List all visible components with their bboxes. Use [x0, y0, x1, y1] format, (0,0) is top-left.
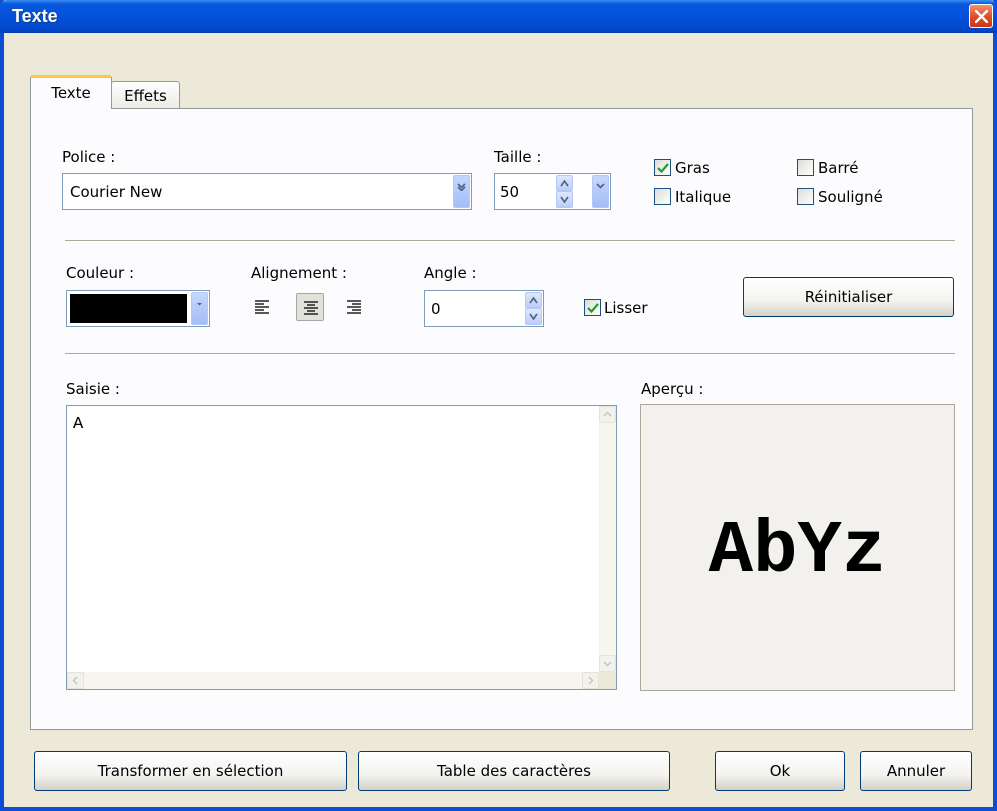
italique-label[interactable]: Italique [675, 188, 731, 206]
window-title: Texte [12, 6, 58, 26]
chevron-down-icon [197, 303, 202, 306]
scroll-down-button[interactable] [599, 655, 616, 672]
saisie-label: Saisie : [66, 380, 120, 398]
tab-effets[interactable]: Effets [111, 81, 180, 109]
vertical-scrollbar[interactable] [599, 406, 616, 672]
taille-spin-up[interactable] [556, 175, 573, 191]
reset-button-label: Réinitialiser [804, 288, 893, 306]
taille-dropdown-button[interactable] [592, 175, 609, 208]
checkmark-icon [587, 303, 599, 314]
arrow-right-icon [588, 676, 594, 685]
arrow-down-icon [603, 661, 612, 667]
gras-checkbox[interactable] [654, 159, 671, 176]
reset-button[interactable]: Réinitialiser [743, 277, 954, 317]
cancel-button[interactable]: Annuler [860, 751, 972, 791]
tab-effets-label: Effets [124, 87, 167, 105]
align-left-button[interactable] [248, 293, 276, 321]
saisie-textarea[interactable]: A [66, 405, 617, 690]
barre-checkbox[interactable] [797, 159, 814, 176]
charmap-button[interactable]: Table des caractères [358, 751, 670, 791]
police-combobox[interactable]: Courier New [62, 173, 472, 210]
chevron-down-icon [457, 183, 466, 191]
align-center-icon [304, 301, 318, 315]
spin-up-icon [529, 296, 538, 304]
angle-spinbox[interactable]: 0 [424, 290, 544, 327]
couleur-label: Couleur : [66, 264, 135, 282]
preview-box: AbYz [640, 404, 955, 691]
separator-middle [65, 353, 955, 355]
scroll-right-button[interactable] [582, 672, 599, 689]
scrollbar-corner [599, 672, 616, 689]
taille-value[interactable]: 50 [500, 183, 519, 201]
alignement-label: Alignement : [251, 264, 347, 282]
horizontal-scrollbar[interactable] [67, 672, 599, 689]
italique-checkbox[interactable] [654, 188, 671, 205]
title-bar[interactable]: Texte [0, 0, 997, 33]
arrow-up-icon [603, 411, 612, 417]
checkmark-icon [657, 163, 669, 174]
align-right-button[interactable] [340, 293, 368, 321]
taille-spin-down[interactable] [556, 191, 573, 208]
couleur-dropdown-button[interactable] [191, 292, 208, 325]
souligne-label[interactable]: Souligné [818, 188, 883, 206]
spin-down-icon [529, 313, 538, 321]
police-value: Courier New [70, 183, 163, 201]
apercu-label: Aperçu : [641, 380, 704, 398]
taille-label: Taille : [494, 148, 542, 166]
angle-spin-down[interactable] [525, 308, 542, 325]
align-left-icon [255, 300, 269, 314]
taille-combobox[interactable]: 50 [494, 173, 611, 210]
scroll-left-button[interactable] [67, 672, 84, 689]
lisser-checkbox[interactable] [584, 299, 601, 316]
spin-down-icon [560, 196, 569, 204]
charmap-label: Table des caractères [437, 762, 591, 780]
souligne-checkbox[interactable] [797, 188, 814, 205]
align-right-icon [347, 300, 361, 314]
scroll-up-button[interactable] [599, 406, 616, 423]
gras-label[interactable]: Gras [675, 159, 710, 177]
preview-text: AbYz [708, 510, 887, 594]
close-icon [975, 10, 988, 23]
couleur-picker[interactable] [66, 290, 210, 327]
ok-button[interactable]: Ok [715, 751, 845, 791]
color-swatch [70, 294, 187, 323]
angle-spin-up[interactable] [525, 292, 542, 308]
spin-up-icon [560, 179, 569, 187]
tab-texte[interactable]: Texte [30, 75, 112, 109]
tab-texte-label: Texte [51, 84, 91, 102]
angle-label: Angle : [424, 264, 477, 282]
close-button[interactable] [969, 4, 993, 28]
lisser-label[interactable]: Lisser [604, 299, 648, 317]
chevron-down-icon [596, 183, 605, 189]
separator-top [65, 240, 955, 242]
arrow-left-icon [72, 676, 78, 685]
text-dialog: Texte Effets Texte Police : Courier New … [0, 0, 997, 811]
saisie-text: A [73, 415, 84, 434]
transform-selection-button[interactable]: Transformer en sélection [34, 751, 347, 791]
police-dropdown-button[interactable] [453, 175, 470, 208]
align-center-button[interactable] [296, 293, 324, 321]
ok-label: Ok [769, 762, 791, 780]
police-label: Police : [62, 148, 116, 166]
barre-label[interactable]: Barré [818, 159, 858, 177]
angle-value[interactable]: 0 [431, 300, 441, 318]
transform-selection-label: Transformer en sélection [97, 762, 284, 780]
cancel-label: Annuler [886, 762, 946, 780]
